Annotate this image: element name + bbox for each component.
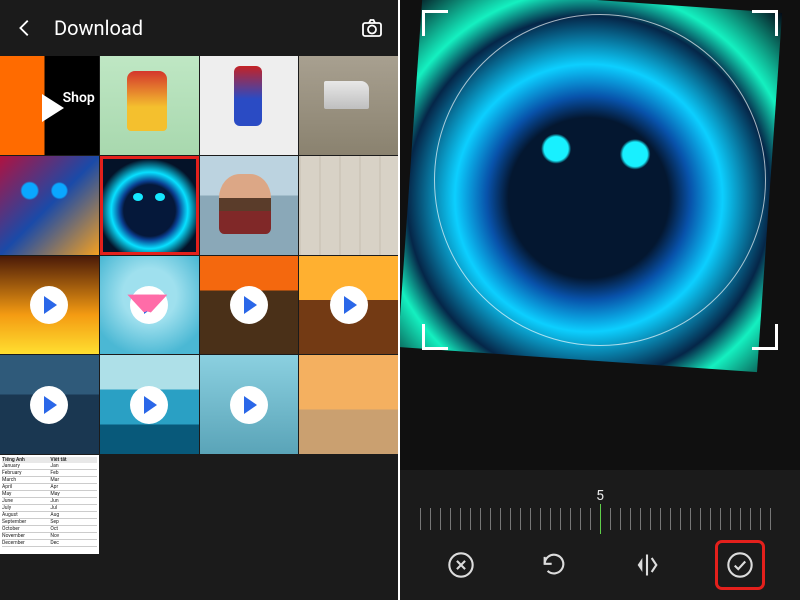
ruler-center-indicator-icon — [600, 504, 601, 534]
thumb-fpt-shop[interactable]: Shop — [0, 56, 99, 155]
thumb-ocean[interactable] — [100, 355, 199, 454]
crop-stage[interactable] — [400, 0, 800, 470]
rotation-value: 5 — [596, 488, 604, 504]
flip-horizontal-icon — [633, 551, 661, 579]
crop-toolbar — [400, 530, 800, 600]
thumb-spiderman-figure[interactable] — [200, 56, 299, 155]
thumb-spreadsheet[interactable]: Tiếng AnhViết tắt JanuaryJan FebruaryFeb… — [0, 455, 99, 554]
thumb-mountain-lake[interactable] — [0, 355, 99, 454]
flip-button[interactable] — [627, 545, 667, 585]
thumb-mossy-tree[interactable] — [200, 256, 299, 355]
confirm-button[interactable] — [720, 545, 760, 585]
thumbnail-grid: Shop Tiếng AnhViết tắt JanuaryJan Februa… — [0, 56, 398, 554]
check-circle-icon — [726, 551, 754, 579]
gallery-panel: Download Shop Tiếng AnhViết tắt JanuaryJ… — [0, 0, 400, 600]
gallery-title: Download — [54, 16, 342, 40]
crop-preview-image[interactable] — [400, 0, 782, 372]
ruler-ticks[interactable] — [420, 508, 780, 530]
play-icon — [230, 286, 268, 324]
thumb-waterfall[interactable] — [200, 355, 299, 454]
thumb-messi-portrait[interactable] — [200, 156, 299, 255]
rotate-button[interactable] — [534, 545, 574, 585]
play-icon — [330, 286, 368, 324]
thumb-neon-cat[interactable] — [0, 156, 99, 255]
thumb-cleaver-knife[interactable] — [299, 56, 398, 155]
rotation-ruler[interactable]: 5 — [400, 470, 800, 530]
play-icon — [130, 286, 168, 324]
gallery-header: Download — [0, 0, 398, 56]
thumb-beach-sunset[interactable] — [299, 355, 398, 454]
cancel-button[interactable] — [441, 545, 481, 585]
play-icon — [30, 386, 68, 424]
camera-icon[interactable] — [360, 16, 384, 40]
thumb-blue-leopard[interactable] — [100, 156, 199, 255]
close-circle-icon — [447, 551, 475, 579]
back-arrow-icon[interactable] — [14, 17, 36, 39]
thumb-paper-texture[interactable] — [299, 156, 398, 255]
thumb-sunset-road[interactable] — [299, 256, 398, 355]
thumb-fire-hands[interactable] — [0, 256, 99, 355]
play-icon — [230, 386, 268, 424]
crop-panel: 5 — [400, 0, 800, 600]
play-icon — [30, 286, 68, 324]
thumb-ironman-figure[interactable] — [100, 56, 199, 155]
rotate-icon — [540, 551, 568, 579]
thumb-heart-water[interactable] — [100, 256, 199, 355]
play-icon — [130, 386, 168, 424]
